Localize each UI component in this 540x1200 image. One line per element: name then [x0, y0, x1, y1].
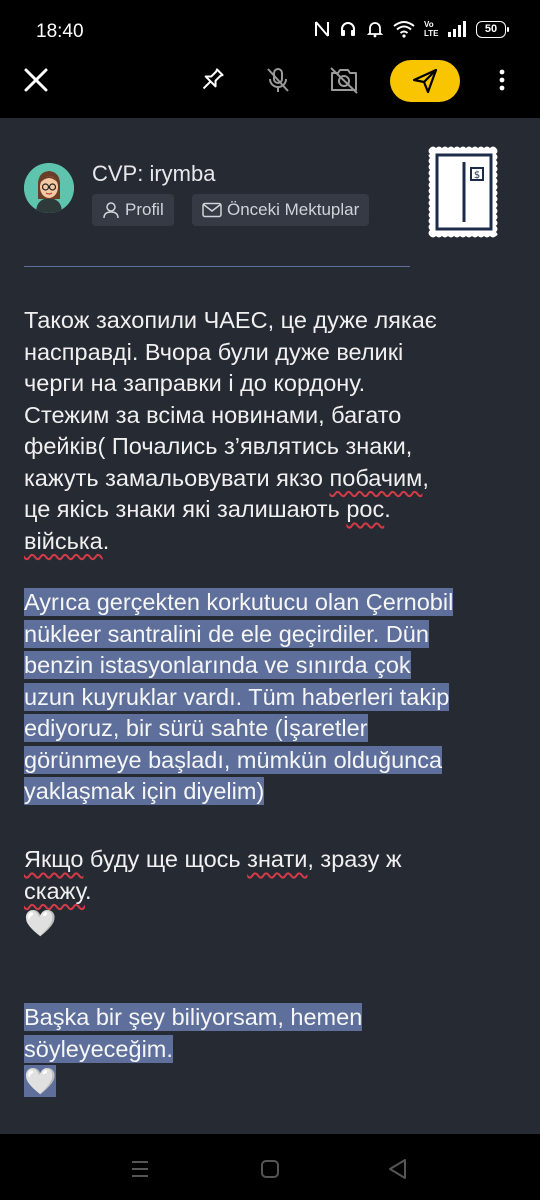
message-panel: CVP: irymba Profil Önceki Mektuplar $ Та…	[0, 118, 540, 1134]
text-line: війська.	[24, 526, 524, 558]
translated-heart: 🤍	[24, 1065, 57, 1097]
pin-icon	[202, 68, 224, 90]
close-icon	[24, 68, 48, 92]
alarm-icon	[366, 22, 384, 38]
text-line: nükleer santralini de ele geçirdiler. Dü…	[24, 619, 524, 651]
status-icons: Vo LTE 50	[314, 20, 509, 38]
misspelled-word[interactable]: рос	[346, 496, 384, 522]
translation-paragraph-2: Başka bir şey biliyorsam, hemen söyleyec…	[24, 1002, 524, 1097]
camera-off-icon	[330, 67, 358, 94]
white-heart-emoji: 🤍	[24, 1065, 524, 1097]
avatar-illustration-icon	[24, 163, 74, 213]
nfc-icon	[315, 21, 329, 37]
status-bar: 18:40 Vo LTE 50	[0, 0, 540, 60]
previous-letters-label: Önceki Mektuplar	[227, 200, 360, 219]
misspelled-word[interactable]: війська	[24, 528, 103, 554]
misspelled-word[interactable]: Якщо	[24, 846, 83, 872]
previous-letters-button[interactable]: Önceki Mektuplar	[192, 194, 370, 226]
text-line: benzin istasyonlarında ve sınırda çok	[24, 650, 524, 682]
mic-off-button[interactable]	[258, 60, 298, 100]
text-fragment: .	[384, 496, 391, 522]
text-fragment: .	[102, 527, 110, 554]
profile-label: Profil	[125, 200, 164, 219]
avatar[interactable]	[24, 163, 74, 213]
profile-button[interactable]: Profil	[92, 194, 174, 226]
text-line: görünmeye başladı, mümkün olduğunca	[24, 745, 524, 777]
toolbar	[0, 60, 540, 118]
translated-text: Başka bir şey biliyorsam, hemen	[24, 1003, 363, 1031]
back-button[interactable]	[378, 1154, 418, 1184]
translated-text: benzin istasyonlarında ve sınırda çok	[24, 651, 411, 679]
text-line: кажуть замальовувати якзо побачим,	[24, 463, 524, 495]
misspelled-word[interactable]: скажу	[24, 878, 85, 904]
pin-button[interactable]	[192, 60, 232, 100]
text-fragment: ,	[422, 464, 429, 491]
svg-text:$: $	[474, 170, 480, 181]
message-header: CVP: irymba Profil Önceki Mektuplar $	[0, 118, 540, 266]
text-line: скажу.	[24, 876, 524, 908]
network-label: Vo LTE	[424, 20, 439, 38]
text-fragment: , зразу ж	[307, 846, 402, 872]
wifi-icon	[393, 21, 415, 38]
translation-paragraph-1: Ayrıca gerçekten korkutucu olan Çernobil…	[24, 587, 524, 808]
close-button[interactable]	[18, 60, 54, 100]
headset-icon	[341, 22, 355, 36]
text-line: Ayrıca gerçekten korkutucu olan Çernobil	[24, 587, 524, 619]
translated-text: ediyoruz, bir sürü sahte (İşaretler	[24, 714, 368, 742]
translated-text: görünmeye başladı, mümkün olduğunca	[24, 745, 443, 774]
text-line: Стежим за всіма новинами, багато	[24, 401, 402, 428]
text-line: yaklaşmak için diyelim)	[24, 776, 524, 808]
translated-text: yaklaşmak için diyelim)	[24, 777, 265, 805]
status-time: 18:40	[36, 21, 84, 42]
home-button[interactable]	[250, 1154, 290, 1184]
text-line: фейків( Почались з’являтись знаки,	[24, 433, 413, 459]
translated-text: uzun kuyruklar vardı. Tüm haberleri taki…	[24, 682, 450, 711]
translated-text: söyleyeceğim.	[24, 1034, 173, 1063]
text-line: ediyoruz, bir sürü sahte (İşaretler	[24, 713, 524, 745]
text-fragment: це якісь знаки які залишають	[24, 496, 347, 522]
original-paragraph-1: Також захопили ЧАЕС, це дуже лякає наспр…	[24, 305, 524, 557]
battery-level: 50	[484, 23, 498, 35]
text-fragment: буду ще щось	[83, 846, 248, 872]
recents-button[interactable]	[120, 1154, 160, 1184]
send-button[interactable]	[390, 60, 460, 102]
text-line: Також захопили ЧАЕС, це дуже лякає	[24, 307, 437, 333]
translated-text: nükleer santralini de ele geçirdiler. Dü…	[24, 619, 429, 648]
system-nav-bar	[0, 1134, 540, 1200]
text-line: це якісь знаки які залишають рос.	[24, 494, 524, 526]
text-line: насправді. Вчора були дуже великі	[24, 338, 404, 365]
more-button[interactable]	[490, 60, 514, 100]
text-line: söyleyeceğim.	[24, 1034, 524, 1066]
misspelled-word[interactable]: знати	[247, 846, 307, 872]
envelope-icon	[202, 202, 222, 218]
home-square-icon	[261, 1160, 279, 1178]
misspelled-word[interactable]: побачим	[330, 465, 423, 491]
text-line: uzun kuyruklar vardı. Tüm haberleri taki…	[24, 682, 524, 714]
camera-off-button[interactable]	[324, 60, 364, 100]
stamp-icon: $	[428, 146, 498, 238]
text-fragment: кажуть замальовувати якзо	[24, 464, 330, 491]
more-vertical-icon	[499, 69, 505, 91]
text-line: Якщо буду ще щось знати, зразу ж	[24, 844, 524, 876]
menu-icon	[132, 1161, 148, 1177]
translated-text: Ayrıca gerçekten korkutucu olan Çernobil	[24, 588, 454, 616]
original-paragraph-2: Якщо буду ще щось знати, зразу ж скажу. …	[24, 844, 524, 939]
text-line: Başka bir şey biliyorsam, hemen	[24, 1002, 524, 1034]
send-icon	[412, 68, 438, 94]
user-icon	[103, 202, 119, 219]
white-heart-emoji: 🤍	[24, 908, 57, 938]
text-line: черги на заправки і до кордону.	[24, 370, 366, 396]
battery-icon: 50	[476, 20, 509, 38]
mic-off-icon	[267, 68, 289, 92]
sender-name: CVP: irymba	[92, 161, 216, 186]
back-triangle-icon	[389, 1159, 406, 1179]
signal-icon	[448, 21, 466, 37]
text-fragment: .	[85, 877, 92, 904]
